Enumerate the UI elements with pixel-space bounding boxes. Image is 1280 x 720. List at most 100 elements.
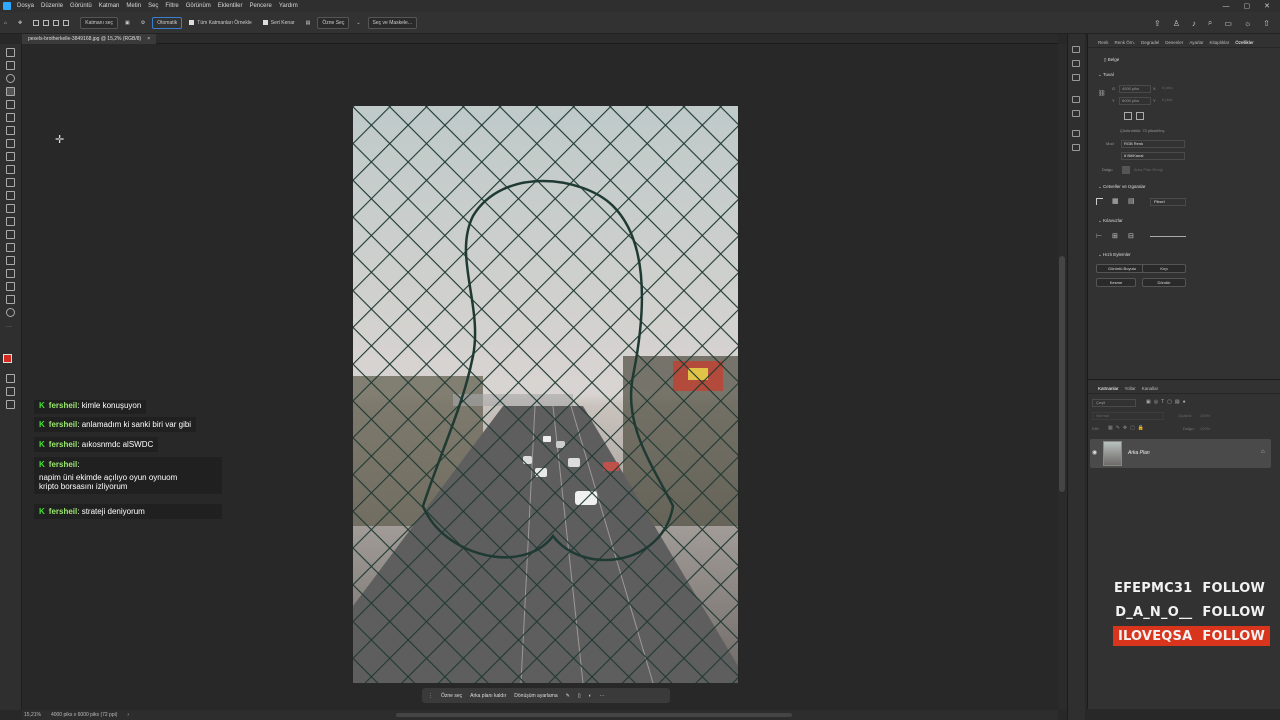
character-icon[interactable]	[1072, 130, 1080, 137]
menu-image[interactable]: Görüntü	[70, 3, 92, 9]
navigator-icon[interactable]	[1072, 110, 1080, 117]
layer-fill-field[interactable]: 100%	[1200, 426, 1210, 431]
foreground-color-swatch[interactable]	[3, 354, 12, 363]
move-tool-icon[interactable]: ✥	[14, 17, 26, 29]
user-icon[interactable]: ♙	[1173, 19, 1180, 28]
object-select-tool-icon[interactable]	[6, 87, 15, 96]
menu-edit[interactable]: Düzenle	[41, 3, 63, 9]
edit-toolbar-icon[interactable]	[6, 400, 15, 409]
layer-select-dropdown[interactable]: Katmanı seç	[80, 16, 119, 29]
close-icon[interactable]: ✕	[1264, 2, 1270, 10]
home-icon[interactable]: ⌂	[0, 17, 11, 29]
subject-icon[interactable]: ▤	[302, 17, 315, 29]
vertical-scroll-thumb[interactable]	[1059, 256, 1065, 492]
landscape-icon[interactable]	[1136, 112, 1144, 120]
export-icon[interactable]: ⇧	[1263, 19, 1270, 28]
tab-color[interactable]: Renk	[1098, 40, 1109, 47]
more-tools-icon[interactable]: ···	[6, 324, 15, 333]
eyedropper-tool-icon[interactable]	[6, 126, 15, 135]
path-select-tool-icon[interactable]	[6, 269, 15, 278]
tab-gradients[interactable]: Degradel	[1141, 40, 1159, 47]
stamp-tool-icon[interactable]	[6, 165, 15, 174]
transform-action[interactable]: Dönüşüm ayarlama	[514, 693, 557, 699]
tab-properties[interactable]: Özellikler	[1235, 40, 1254, 47]
menu-plugins[interactable]: Eklentiler	[218, 3, 243, 9]
history-icon[interactable]	[1072, 46, 1080, 53]
tab-adjustments[interactable]: Ayarlar	[1189, 40, 1203, 47]
layer-name[interactable]: Arka Plan	[1128, 450, 1150, 456]
share-icon[interactable]: ⇪	[1154, 19, 1161, 28]
lasso-tool-icon[interactable]	[6, 74, 15, 83]
brush-tool-icon[interactable]	[6, 152, 15, 161]
circle-icon[interactable]: ◐	[589, 693, 592, 699]
canvas-section-header[interactable]: ⌄ Tuval	[1090, 72, 1114, 78]
select-new-icon[interactable]	[33, 19, 40, 26]
magic-icon[interactable]: ✎	[566, 693, 570, 699]
mode-dropdown[interactable]: Otomatik	[152, 16, 183, 29]
pen-tool-icon[interactable]	[6, 243, 15, 252]
fill-swatch[interactable]	[1122, 166, 1130, 174]
layer-filter-dropdown[interactable]: Çeşit	[1092, 399, 1136, 407]
tab-layers[interactable]: Katmanlar	[1098, 386, 1119, 393]
workspace-icon[interactable]: ▭	[1224, 19, 1232, 28]
hand-tool-icon[interactable]	[6, 295, 15, 304]
brush-settings-icon[interactable]	[1072, 60, 1080, 67]
document-tab[interactable]: pexels-brotherkelle-3849168.jpg @ 15,2% …	[22, 34, 157, 44]
adjust-icon[interactable]	[1072, 96, 1080, 103]
visibility-eye-icon[interactable]: ◉	[1092, 449, 1097, 456]
rotate-button[interactable]: Döndür	[1142, 278, 1186, 287]
menu-file[interactable]: Dosya	[17, 3, 34, 9]
document-image[interactable]	[353, 106, 738, 683]
chevron-right-icon[interactable]: ›	[127, 712, 129, 718]
quick-actions-header[interactable]: ⌄ Hızlı Eylemler	[1090, 252, 1131, 258]
sample-all-checkbox[interactable]: Tüm Katmanları Örnekle	[185, 17, 255, 29]
image-size-button[interactable]: Görüntü Boyutu	[1096, 264, 1148, 273]
type-tool-icon[interactable]	[6, 256, 15, 265]
trim-button[interactable]: Kesme	[1096, 278, 1136, 287]
screen-mode-icon[interactable]	[6, 387, 15, 396]
layer-row[interactable]: ◉ Arka Plan ⌂	[1090, 439, 1271, 468]
menu-select[interactable]: Seç	[148, 3, 158, 9]
select-subtract-icon[interactable]	[53, 19, 60, 26]
crop-button[interactable]: Kırp	[1142, 264, 1186, 273]
height-field[interactable]: 6000 piks	[1119, 97, 1151, 105]
tab-swatches[interactable]: Renk Örn.	[1115, 40, 1136, 47]
lock-icons[interactable]: ▦✎✥▢🔒	[1108, 425, 1147, 431]
tab-libraries[interactable]: Kitaplıklar	[1210, 40, 1230, 47]
menu-type[interactable]: Metin	[126, 3, 141, 9]
history-brush-tool-icon[interactable]	[6, 178, 15, 187]
guide-style-dropdown[interactable]	[1150, 236, 1186, 237]
blend-mode-dropdown[interactable]: Normal	[1092, 412, 1164, 420]
maximize-icon[interactable]: ▢	[1244, 2, 1251, 10]
drag-handle-icon[interactable]: ⋮	[428, 693, 433, 699]
y-field[interactable]: 0 piks	[1160, 97, 1190, 105]
ruler-icon[interactable]	[1096, 198, 1103, 205]
gradient-tool-icon[interactable]	[6, 204, 15, 213]
shape-tool-icon[interactable]	[6, 282, 15, 291]
trash-icon[interactable]: ▯	[578, 693, 581, 699]
tab-paths[interactable]: Yollar	[1125, 386, 1136, 393]
marquee-tool-icon[interactable]	[6, 61, 15, 70]
more-icon[interactable]: ···	[600, 693, 605, 699]
healing-tool-icon[interactable]	[6, 139, 15, 148]
frame-tool-icon[interactable]	[6, 113, 15, 122]
blur-tool-icon[interactable]	[6, 217, 15, 226]
horizontal-scroll-thumb[interactable]	[396, 713, 792, 717]
select-add-icon[interactable]	[43, 19, 50, 26]
zoom-tool-icon[interactable]	[6, 308, 15, 317]
unit-dropdown[interactable]: Piksel	[1150, 198, 1186, 206]
chevron-down-icon[interactable]: ⌄	[352, 17, 364, 29]
menu-help[interactable]: Yardım	[279, 3, 298, 9]
fill-dropdown[interactable]: Arka Plan Rengi	[1134, 167, 1163, 172]
guides-icon[interactable]: ▤	[1128, 198, 1135, 205]
guide-layout-icon[interactable]: ⊢	[1096, 232, 1102, 240]
select-subject-action[interactable]: Özne seç	[441, 693, 462, 699]
rulers-section-header[interactable]: ⌄ Cetveller ve Izgaralar	[1090, 184, 1146, 190]
zoom-level[interactable]: 15,21%	[24, 712, 41, 718]
x-field[interactable]: 0 piks	[1160, 85, 1190, 93]
layer-filter-icons[interactable]: ▣◎T▢▤●	[1146, 399, 1189, 405]
gear-icon[interactable]: ⚙	[137, 17, 149, 29]
lightbulb-icon[interactable]: ☼	[1244, 19, 1251, 28]
eraser-tool-icon[interactable]	[6, 191, 15, 200]
minimize-icon[interactable]: —	[1223, 3, 1230, 10]
